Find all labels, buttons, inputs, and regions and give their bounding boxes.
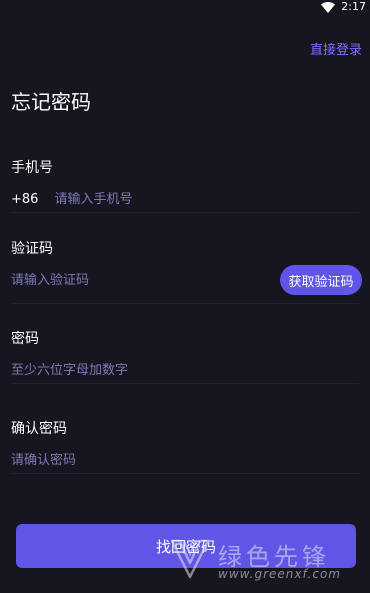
verification-code-input[interactable] [11, 272, 270, 288]
password-input[interactable] [11, 362, 359, 378]
phone-input[interactable] [54, 191, 359, 207]
get-code-button[interactable]: 获取验证码 [280, 265, 362, 295]
wifi-icon [321, 1, 336, 13]
confirm-password-label: 确认密码 [11, 421, 67, 437]
watermark-url: www.greenxf.com [218, 567, 341, 581]
status-time: 2:17 [341, 0, 366, 13]
retrieve-password-button[interactable]: 找回密码 [16, 524, 356, 568]
confirm-password-row [11, 447, 359, 474]
phone-label: 手机号 [11, 160, 53, 176]
verification-code-label: 验证码 [11, 241, 53, 257]
confirm-password-input[interactable] [11, 452, 359, 468]
password-label: 密码 [11, 331, 39, 347]
page-title: 忘记密码 [11, 90, 91, 114]
phone-row: +86 [11, 186, 359, 213]
country-code[interactable]: +86 [11, 192, 38, 207]
forgot-password-screen: 2:17 直接登录 忘记密码 手机号 +86 验证码 获取验证码 密码 确认密码… [0, 0, 370, 593]
verification-divider [11, 303, 359, 304]
direct-login-link[interactable]: 直接登录 [310, 39, 362, 58]
password-row [11, 357, 359, 384]
status-bar: 2:17 [321, 0, 370, 14]
verification-code-row [11, 267, 270, 293]
